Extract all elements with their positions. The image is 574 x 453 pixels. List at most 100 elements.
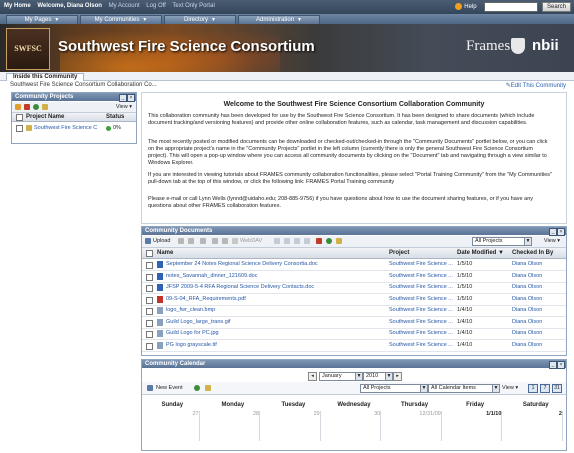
search-button[interactable]: Search bbox=[541, 2, 571, 12]
calendar-day-cell[interactable]: 27 bbox=[142, 411, 200, 441]
delete-icon[interactable] bbox=[24, 104, 30, 110]
documents-view-menu[interactable]: View ▾ bbox=[544, 238, 560, 244]
project-checkbox[interactable] bbox=[16, 125, 23, 132]
document-checkbox[interactable] bbox=[146, 273, 153, 281]
minimize-icon[interactable]: _ bbox=[549, 228, 557, 236]
document-checked-in-by[interactable]: Diana Olson bbox=[512, 330, 542, 336]
calendar-day-cell[interactable]: 29 bbox=[263, 411, 321, 441]
prev-month-button[interactable]: ◂ bbox=[308, 372, 317, 381]
calendar-day-cell[interactable]: 28 bbox=[203, 411, 261, 441]
document-checked-in-by[interactable]: Diana Olson bbox=[512, 296, 542, 302]
document-project-link[interactable]: Southwest Fire Science ... bbox=[389, 330, 453, 336]
document-project-link[interactable]: Southwest Fire Science ... bbox=[389, 296, 453, 302]
document-checkbox[interactable] bbox=[146, 285, 153, 292]
close-icon[interactable]: × bbox=[557, 228, 565, 236]
week-view-icon[interactable]: 7 bbox=[540, 384, 550, 393]
document-project-link[interactable]: Southwest Fire Science ... bbox=[389, 307, 453, 313]
documents-project-filter[interactable]: All Projects ▼ bbox=[472, 237, 532, 246]
refresh-icon[interactable] bbox=[33, 104, 39, 110]
document-name-link[interactable]: notes_Savannah_dinner_121609.doc bbox=[166, 273, 257, 279]
document-checked-in-by[interactable]: Diana Olson bbox=[512, 342, 542, 348]
copy-icon[interactable] bbox=[274, 238, 280, 244]
document-checked-in-by[interactable]: Diana Olson bbox=[512, 307, 542, 313]
edit-icon[interactable] bbox=[178, 238, 184, 244]
document-project-link[interactable]: Southwest Fire Science ... bbox=[389, 284, 453, 290]
document-name-link[interactable]: September 24 Notes Regional Science Deli… bbox=[166, 261, 318, 267]
upload-button[interactable]: Upload bbox=[153, 238, 170, 244]
close-icon[interactable]: × bbox=[557, 361, 565, 369]
lock-icon[interactable] bbox=[212, 238, 218, 244]
month-view-icon[interactable]: 31 bbox=[552, 384, 562, 393]
next-month-button[interactable]: ▸ bbox=[393, 372, 402, 381]
edit-community-link[interactable]: ✎Edit This Community bbox=[506, 82, 566, 89]
tab-inside-community[interactable]: Inside this Community bbox=[6, 73, 85, 81]
folder-icon[interactable] bbox=[205, 385, 211, 391]
document-checkbox[interactable] bbox=[146, 342, 153, 350]
edit-properties-icon[interactable] bbox=[188, 238, 194, 244]
document-name-link[interactable]: PG logo grayscale.tif bbox=[166, 342, 217, 348]
document-project-link[interactable]: Southwest Fire Science ... bbox=[389, 342, 453, 348]
calendar-project-filter[interactable]: All Projects ▼ bbox=[360, 384, 428, 393]
cut-icon[interactable] bbox=[222, 238, 228, 244]
refresh-icon[interactable] bbox=[194, 385, 200, 391]
checkin-icon[interactable] bbox=[304, 238, 310, 244]
webdav-icon[interactable] bbox=[232, 238, 238, 244]
col-checked-in-by[interactable]: Checked In By bbox=[512, 248, 553, 258]
document-checkbox[interactable] bbox=[146, 308, 153, 315]
document-name-link[interactable]: logo_fwr_clean.bmp bbox=[166, 307, 215, 313]
calendar-items-filter[interactable]: All Calendar Items ▼ bbox=[428, 384, 500, 393]
my-home-link[interactable]: My Home bbox=[4, 3, 31, 9]
document-checked-in-by[interactable]: Diana Olson bbox=[512, 284, 542, 290]
document-project-link[interactable]: Southwest Fire Science ... bbox=[389, 319, 453, 325]
day-view-icon[interactable]: 1 bbox=[528, 384, 538, 393]
minimize-icon[interactable]: _ bbox=[119, 94, 127, 102]
text-only-portal-link[interactable]: Text Only Portal bbox=[172, 3, 214, 9]
calendar-day-cell[interactable]: 1/1/10 bbox=[445, 411, 503, 441]
breadcrumb[interactable]: Southwest Fire Science Consortium Collab… bbox=[10, 82, 157, 88]
document-name-link[interactable]: JFSP 2009-5-4 RFA Regional Science Deliv… bbox=[166, 284, 314, 290]
document-name-link[interactable]: Guild Logo_large_trans.gif bbox=[166, 319, 231, 325]
refresh-icon[interactable] bbox=[326, 238, 332, 244]
project-name-link[interactable]: Southwest Fire Science C bbox=[34, 125, 97, 131]
document-checked-in-by[interactable]: Diana Olson bbox=[512, 273, 542, 279]
move-icon[interactable] bbox=[284, 238, 290, 244]
folder-icon[interactable] bbox=[336, 238, 342, 244]
checkout-icon[interactable] bbox=[294, 238, 300, 244]
delete-icon[interactable] bbox=[200, 238, 206, 244]
upload-icon[interactable] bbox=[145, 238, 151, 244]
calendar-day-cell[interactable]: 30 bbox=[324, 411, 382, 441]
document-project-link[interactable]: Southwest Fire Science ... bbox=[389, 273, 453, 279]
help-link[interactable]: Help bbox=[455, 3, 477, 11]
projects-view-menu[interactable]: View ▾ bbox=[116, 104, 132, 110]
new-project-icon[interactable] bbox=[15, 104, 21, 110]
select-all-checkbox[interactable] bbox=[16, 114, 23, 121]
calendar-day-cell[interactable]: 2 bbox=[505, 411, 563, 441]
col-project-name[interactable]: Project Name bbox=[26, 113, 64, 121]
log-off-link[interactable]: Log Off bbox=[146, 3, 166, 9]
document-project-link[interactable]: Southwest Fire Science ... bbox=[389, 261, 453, 267]
my-account-link[interactable]: My Account bbox=[109, 3, 140, 9]
col-name[interactable]: Name bbox=[157, 248, 173, 258]
minimize-icon[interactable]: _ bbox=[549, 361, 557, 369]
close-icon[interactable]: × bbox=[127, 94, 135, 102]
search-input[interactable] bbox=[484, 2, 539, 12]
document-checked-in-by[interactable]: Diana Olson bbox=[512, 319, 542, 325]
document-checkbox[interactable] bbox=[146, 319, 153, 327]
document-name-link[interactable]: 09-S-04_RFA_Requirements.pdf bbox=[166, 296, 246, 302]
webdav-button[interactable]: WebDAV bbox=[240, 238, 262, 244]
calendar-day-cell[interactable]: 12/31/09 bbox=[384, 411, 442, 441]
document-checkbox[interactable] bbox=[146, 262, 153, 269]
col-status[interactable]: Status bbox=[106, 113, 124, 121]
document-name-link[interactable]: Guild Logo for PC.jpg bbox=[166, 330, 219, 336]
folder-icon[interactable] bbox=[42, 104, 48, 110]
month-select[interactable]: January ▼ bbox=[319, 372, 363, 381]
document-checkbox[interactable] bbox=[146, 331, 153, 338]
document-checked-in-by[interactable]: Diana Olson bbox=[512, 261, 542, 267]
col-project[interactable]: Project bbox=[389, 248, 409, 258]
col-date-modified[interactable]: Date Modified ▼ bbox=[457, 248, 504, 258]
select-all-checkbox[interactable] bbox=[146, 250, 153, 257]
calendar-view-menu[interactable]: View ▾ bbox=[502, 385, 518, 391]
document-checkbox[interactable] bbox=[146, 296, 153, 304]
year-select[interactable]: 2010 ▼ bbox=[363, 372, 393, 381]
stop-icon[interactable] bbox=[316, 238, 322, 244]
